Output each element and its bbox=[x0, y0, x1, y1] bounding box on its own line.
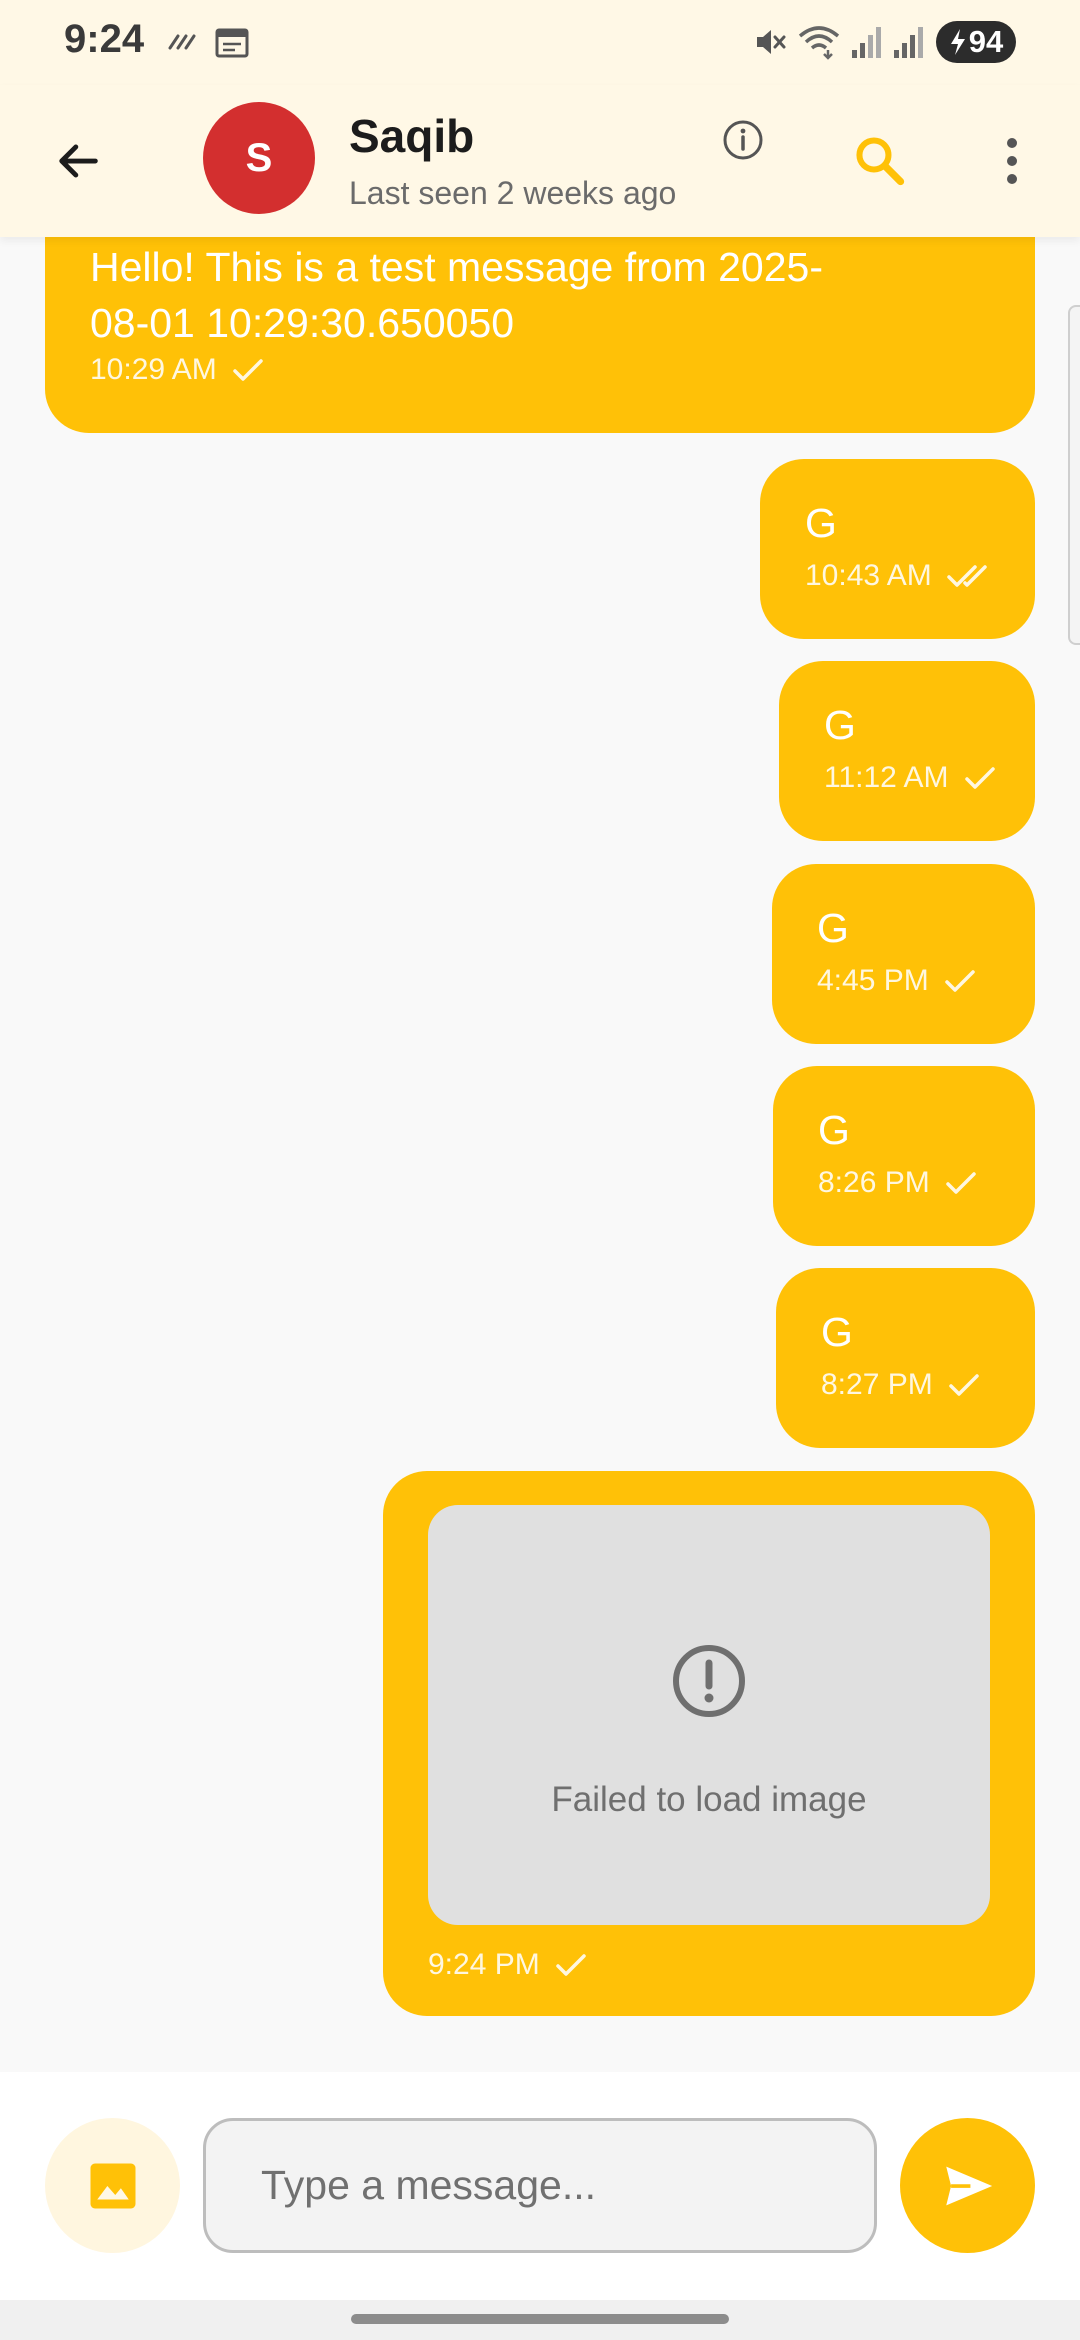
battery-level: 94 bbox=[968, 24, 1004, 59]
attach-image-button[interactable] bbox=[45, 2118, 180, 2253]
back-button[interactable] bbox=[38, 121, 118, 201]
message-input[interactable] bbox=[203, 2118, 877, 2253]
contact-name[interactable]: Saqib bbox=[349, 109, 474, 163]
message-meta: 10:29 AM bbox=[90, 353, 265, 387]
message-text: G bbox=[805, 500, 837, 546]
check-icon bbox=[944, 970, 975, 992]
message-time: 11:12 AM bbox=[824, 761, 949, 794]
message-meta: 8:27 PM bbox=[821, 1368, 981, 1402]
message-time: 10:29 AM bbox=[90, 353, 217, 386]
message-composer bbox=[0, 2072, 1080, 2300]
navigation-bar bbox=[0, 2300, 1080, 2340]
message-text: Hello! This is a test message from 2025-… bbox=[90, 244, 823, 346]
message-meta: 10:43 AM bbox=[805, 559, 988, 593]
message-bubble[interactable]: G 8:27 PM bbox=[776, 1268, 1035, 1448]
message-time: 10:43 AM bbox=[805, 559, 932, 592]
image-error-text: Failed to load image bbox=[551, 1780, 867, 1819]
message-time: 8:27 PM bbox=[821, 1368, 933, 1401]
wifi-icon bbox=[798, 24, 840, 65]
calendar-icon bbox=[214, 24, 250, 65]
mute-icon bbox=[752, 24, 788, 65]
info-icon bbox=[723, 120, 763, 160]
image-placeholder[interactable]: Failed to load image bbox=[428, 1505, 990, 1925]
more-vert-icon bbox=[1007, 138, 1017, 184]
avatar-letter: S bbox=[245, 135, 273, 180]
send-button[interactable] bbox=[900, 2118, 1035, 2253]
more-options-button[interactable] bbox=[980, 121, 1044, 201]
scrollbar-thumb[interactable] bbox=[1068, 305, 1080, 645]
avatar[interactable]: S bbox=[203, 102, 315, 214]
image-icon bbox=[90, 2163, 135, 2208]
status-bar: 9:24 94 bbox=[0, 0, 1080, 85]
battery-indicator: 94 bbox=[936, 21, 1016, 63]
message-text: G bbox=[824, 702, 856, 748]
search-icon bbox=[856, 137, 905, 186]
signal-icon bbox=[850, 24, 882, 65]
message-meta: 8:26 PM bbox=[818, 1166, 978, 1200]
last-seen-status: Last seen 2 weeks ago bbox=[349, 175, 677, 211]
check-icon bbox=[233, 359, 263, 381]
search-button[interactable] bbox=[840, 121, 920, 201]
info-button[interactable] bbox=[710, 107, 776, 173]
message-meta: 11:12 AM bbox=[824, 761, 997, 795]
send-icon bbox=[945, 2166, 992, 2205]
error-icon bbox=[673, 1645, 745, 1717]
message-bubble[interactable]: G 8:26 PM bbox=[773, 1066, 1035, 1246]
message-meta: 4:45 PM bbox=[817, 964, 977, 998]
message-time: 4:45 PM bbox=[817, 964, 929, 997]
message-time: 8:26 PM bbox=[818, 1166, 930, 1199]
chat-header: S Saqib Last seen 2 weeks ago bbox=[0, 85, 1080, 237]
image-message-bubble[interactable]: Failed to load image 9:24 PM bbox=[383, 1471, 1035, 2016]
arrow-back-icon bbox=[59, 144, 98, 178]
signal-icon bbox=[892, 24, 924, 65]
message-bubble[interactable]: G 10:43 AM bbox=[760, 459, 1035, 639]
message-bubble[interactable]: Hello! This is a test message from 2025-… bbox=[45, 237, 1035, 433]
message-bubble[interactable]: G 4:45 PM bbox=[772, 864, 1035, 1044]
check-icon bbox=[945, 1172, 976, 1194]
message-time: 9:24 PM bbox=[428, 1948, 540, 1981]
check-icon bbox=[948, 1374, 979, 1396]
message-text: G bbox=[821, 1309, 853, 1355]
status-time: 9:24 bbox=[64, 17, 145, 61]
check-icon bbox=[555, 1954, 586, 1976]
double-check-icon bbox=[947, 565, 987, 587]
message-text: G bbox=[817, 905, 849, 951]
message-list[interactable]: Hello! This is a test message from 2025-… bbox=[0, 237, 1080, 2072]
check-icon bbox=[964, 767, 995, 789]
message-text: G bbox=[818, 1107, 850, 1153]
battery-charging-icon bbox=[950, 29, 965, 55]
home-indicator[interactable] bbox=[351, 2314, 729, 2324]
message-meta: 9:24 PM bbox=[428, 1948, 588, 1982]
message-bubble[interactable]: G 11:12 AM bbox=[779, 661, 1035, 841]
data-saver-icon bbox=[166, 24, 202, 65]
